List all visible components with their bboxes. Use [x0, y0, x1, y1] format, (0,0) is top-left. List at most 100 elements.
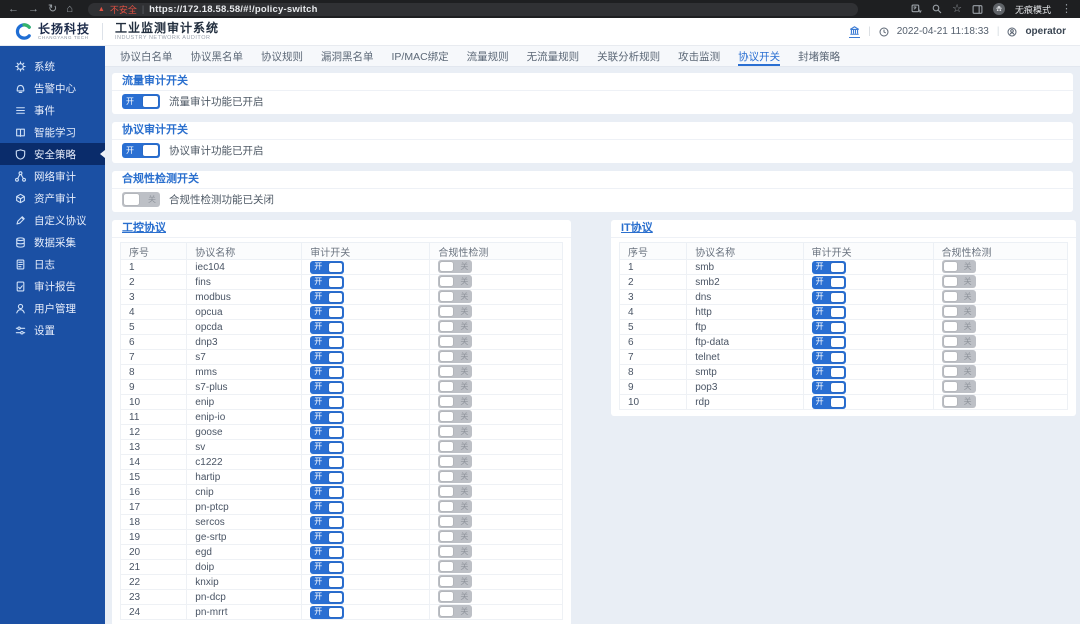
toggle-off[interactable]: 关: [438, 395, 472, 408]
home-icon[interactable]: ⌂: [66, 4, 73, 15]
toggle-on[interactable]: 开: [310, 411, 344, 424]
search-icon[interactable]: [932, 4, 942, 14]
toggle-off[interactable]: 关: [438, 275, 472, 288]
toggle-on[interactable]: 开: [310, 606, 344, 619]
warning-icon[interactable]: ▲: [98, 6, 105, 13]
toggle-off[interactable]: 关: [438, 470, 472, 483]
toggle-off[interactable]: 关: [942, 305, 976, 318]
sidebar-item-audit-report[interactable]: 审计报告: [0, 275, 105, 297]
toggle-off[interactable]: 关: [942, 380, 976, 393]
toggle-off[interactable]: 关: [942, 260, 976, 273]
tab-protocol-whitelist[interactable]: 协议白名单: [120, 46, 173, 66]
brand-logo[interactable]: 长扬科技 CHANGYANG TECH: [14, 22, 90, 41]
toggle-on[interactable]: 开: [310, 561, 344, 574]
toggle-off[interactable]: 关: [942, 320, 976, 333]
sidebar-item-user-management[interactable]: 用户管理: [0, 297, 105, 319]
sidebar-item-network-audit[interactable]: 网络审计: [0, 165, 105, 187]
toggle-off[interactable]: 关: [438, 440, 472, 453]
sidebar-item-asset-audit[interactable]: 资产审计: [0, 187, 105, 209]
sidebar-item-data-collection[interactable]: 数据采集: [0, 231, 105, 253]
toggle-on[interactable]: 开: [310, 291, 344, 304]
toggle-off[interactable]: 关: [942, 335, 976, 348]
toggle-off[interactable]: 关: [438, 410, 472, 423]
toggle-on[interactable]: 开: [310, 441, 344, 454]
toggle-on[interactable]: 开: [812, 276, 846, 289]
toggle-on[interactable]: 开: [310, 336, 344, 349]
toggle-off[interactable]: 关: [438, 350, 472, 363]
toggle-off[interactable]: 关: [438, 425, 472, 438]
username[interactable]: operator: [1025, 26, 1066, 37]
toggle-off[interactable]: 关: [438, 335, 472, 348]
sidebar-item-custom-protocol[interactable]: 自定义协议: [0, 209, 105, 231]
toggle-on[interactable]: 开: [812, 351, 846, 364]
toggle-on[interactable]: 开: [812, 306, 846, 319]
toggle-on[interactable]: 开: [310, 546, 344, 559]
toggle-off[interactable]: 关: [438, 530, 472, 543]
toggle-on[interactable]: 开: [812, 291, 846, 304]
toggle-off[interactable]: 关: [438, 500, 472, 513]
toggle-on[interactable]: 开: [310, 351, 344, 364]
tab-no-traffic-rules[interactable]: 无流量规则: [527, 46, 580, 66]
sidebar-item-alert-center[interactable]: 告警中心: [0, 77, 105, 99]
toggle-off[interactable]: 关: [438, 455, 472, 468]
tab-attack-monitor[interactable]: 攻击监测: [678, 46, 720, 66]
toggle-on[interactable]: 开: [812, 261, 846, 274]
toggle-off[interactable]: 关: [438, 380, 472, 393]
sidebar-item-security-policy[interactable]: 安全策略: [0, 143, 105, 165]
back-icon[interactable]: ←: [8, 4, 19, 15]
sidebar-item-smart-learning[interactable]: 智能学习: [0, 121, 105, 143]
toggle-off[interactable]: 关: [942, 350, 976, 363]
toggle-off[interactable]: 关: [122, 192, 160, 207]
toggle-off[interactable]: 关: [438, 605, 472, 618]
sidebar-item-system[interactable]: 系统: [0, 55, 105, 77]
toggle-on[interactable]: 开: [812, 321, 846, 334]
sidebar-item-logs[interactable]: 日志: [0, 253, 105, 275]
toggle-on[interactable]: 开: [812, 336, 846, 349]
toggle-off[interactable]: 关: [438, 545, 472, 558]
incognito-avatar[interactable]: [993, 3, 1005, 15]
tab-protocol-switch[interactable]: 协议开关: [738, 46, 780, 66]
url-bar[interactable]: ▲ 不安全 | https://172.18.58.58/#!/policy-s…: [88, 3, 858, 16]
toggle-on[interactable]: 开: [122, 143, 160, 158]
toggle-off[interactable]: 关: [438, 575, 472, 588]
toggle-off[interactable]: 关: [942, 290, 976, 303]
toggle-on[interactable]: 开: [310, 516, 344, 529]
toggle-off[interactable]: 关: [438, 590, 472, 603]
toggle-on[interactable]: 开: [310, 471, 344, 484]
tab-protocol-blacklist[interactable]: 协议黑名单: [191, 46, 244, 66]
tab-vuln-blacklist[interactable]: 漏洞黑名单: [321, 46, 374, 66]
sidebar-item-settings[interactable]: 设置: [0, 319, 105, 341]
bookmark-star-icon[interactable]: ☆: [952, 4, 962, 15]
organization-icon[interactable]: [849, 25, 860, 38]
forward-icon[interactable]: →: [28, 4, 39, 15]
tab-ip-mac-binding[interactable]: IP/MAC绑定: [392, 46, 449, 66]
toggle-on[interactable]: 开: [310, 591, 344, 604]
toggle-on[interactable]: 开: [812, 366, 846, 379]
toggle-on[interactable]: 开: [310, 576, 344, 589]
browser-menu-icon[interactable]: ⋮: [1061, 4, 1072, 15]
translate-icon[interactable]: [911, 4, 922, 15]
toggle-on[interactable]: 开: [310, 261, 344, 274]
tab-traffic-rules[interactable]: 流量规则: [467, 46, 509, 66]
toggle-off[interactable]: 关: [438, 560, 472, 573]
toggle-on[interactable]: 开: [310, 531, 344, 544]
toggle-on[interactable]: 开: [310, 396, 344, 409]
toggle-off[interactable]: 关: [438, 320, 472, 333]
toggle-on[interactable]: 开: [310, 486, 344, 499]
sidebar-item-events[interactable]: 事件: [0, 99, 105, 121]
toggle-on[interactable]: 开: [310, 501, 344, 514]
reload-icon[interactable]: ↻: [48, 4, 57, 15]
toggle-on[interactable]: 开: [310, 381, 344, 394]
toggle-off[interactable]: 关: [438, 260, 472, 273]
tab-blocking-policy[interactable]: 封堵策略: [798, 46, 840, 66]
tab-protocol-rules[interactable]: 协议规则: [261, 46, 303, 66]
toggle-off[interactable]: 关: [942, 275, 976, 288]
toggle-off[interactable]: 关: [438, 305, 472, 318]
toggle-off[interactable]: 关: [438, 515, 472, 528]
toggle-off[interactable]: 关: [438, 365, 472, 378]
toggle-on[interactable]: 开: [310, 306, 344, 319]
tab-correlation-rules[interactable]: 关联分析规则: [597, 46, 660, 66]
toggle-off[interactable]: 关: [942, 395, 976, 408]
toggle-on[interactable]: 开: [812, 381, 846, 394]
toggle-on[interactable]: 开: [310, 426, 344, 439]
